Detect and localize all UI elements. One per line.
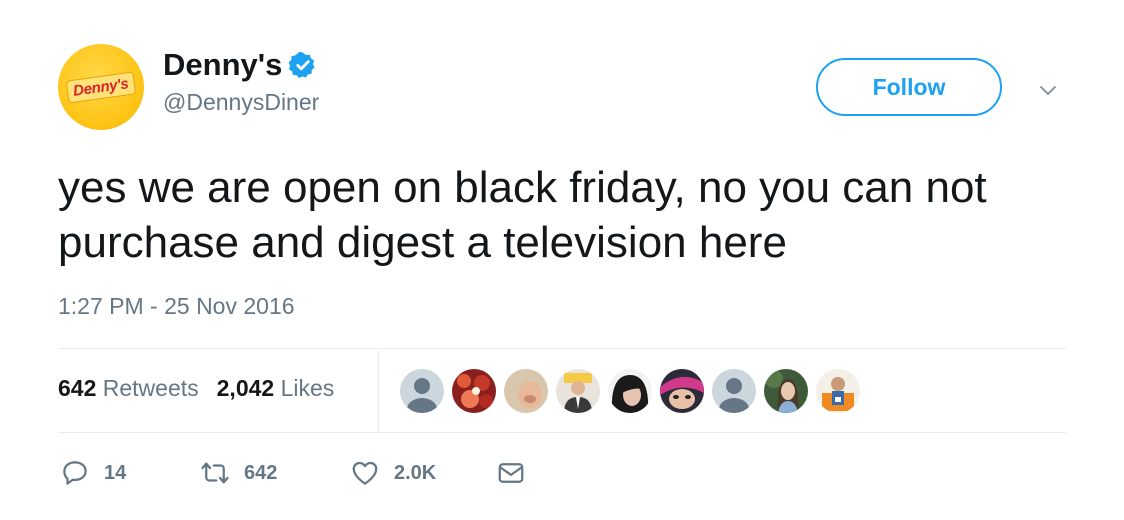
liker-avatar[interactable]	[608, 369, 652, 413]
direct-message-icon	[498, 463, 524, 483]
tweet-card: Denny's Denny's @DennysDiner Follow yes …	[0, 0, 1124, 520]
liker-avatar[interactable]	[816, 369, 860, 413]
divider-top	[58, 348, 1066, 349]
liker-avatar[interactable]	[764, 369, 808, 413]
author-avatar[interactable]: Denny's	[58, 44, 144, 130]
author-display-name[interactable]: Denny's	[163, 47, 282, 83]
reply-icon	[63, 461, 87, 485]
divider-bottom	[58, 432, 1066, 433]
chevron-down-icon[interactable]	[1038, 80, 1058, 100]
stats-vertical-divider	[378, 350, 379, 432]
reply-button[interactable]: 14	[60, 458, 200, 488]
verified-badge-icon	[289, 51, 315, 78]
tweet-actions: 14 642 2.0K	[60, 458, 526, 488]
like-count: 2.0K	[394, 461, 437, 484]
liker-avatar[interactable]	[712, 369, 756, 413]
retweet-count: 642	[244, 461, 278, 484]
like-button[interactable]: 2.0K	[350, 458, 496, 488]
dennys-logo: Denny's	[65, 70, 137, 104]
likes-stat[interactable]: 2,042 Likes	[217, 375, 335, 402]
retweet-button[interactable]: 642	[200, 458, 350, 488]
likes-count: 2,042	[216, 375, 275, 401]
reply-count: 14	[104, 461, 127, 484]
tweet-timestamp[interactable]: 1:27 PM - 25 Nov 2016	[58, 293, 295, 320]
liker-avatars	[400, 369, 868, 413]
liker-avatar[interactable]	[556, 369, 600, 413]
author-name-row: Denny's	[163, 47, 317, 83]
retweets-count: 642	[58, 375, 97, 401]
engagement-stats: 642 Retweets 2,042 Likes	[58, 375, 352, 402]
retweet-icon	[201, 462, 229, 484]
liker-avatar[interactable]	[504, 369, 548, 413]
liker-avatar[interactable]	[452, 369, 496, 413]
heart-icon	[352, 461, 378, 485]
liker-avatar[interactable]	[660, 369, 704, 413]
tweet-text: yes we are open on black friday, no you …	[58, 163, 987, 267]
retweets-stat[interactable]: 642 Retweets	[58, 375, 199, 402]
liker-avatar[interactable]	[400, 369, 444, 413]
follow-button[interactable]: Follow	[816, 58, 1002, 116]
author-handle[interactable]: @DennysDiner	[163, 89, 319, 116]
retweets-label: Retweets	[102, 375, 199, 401]
likes-label: Likes	[280, 375, 335, 401]
direct-message-button[interactable]	[496, 458, 526, 488]
